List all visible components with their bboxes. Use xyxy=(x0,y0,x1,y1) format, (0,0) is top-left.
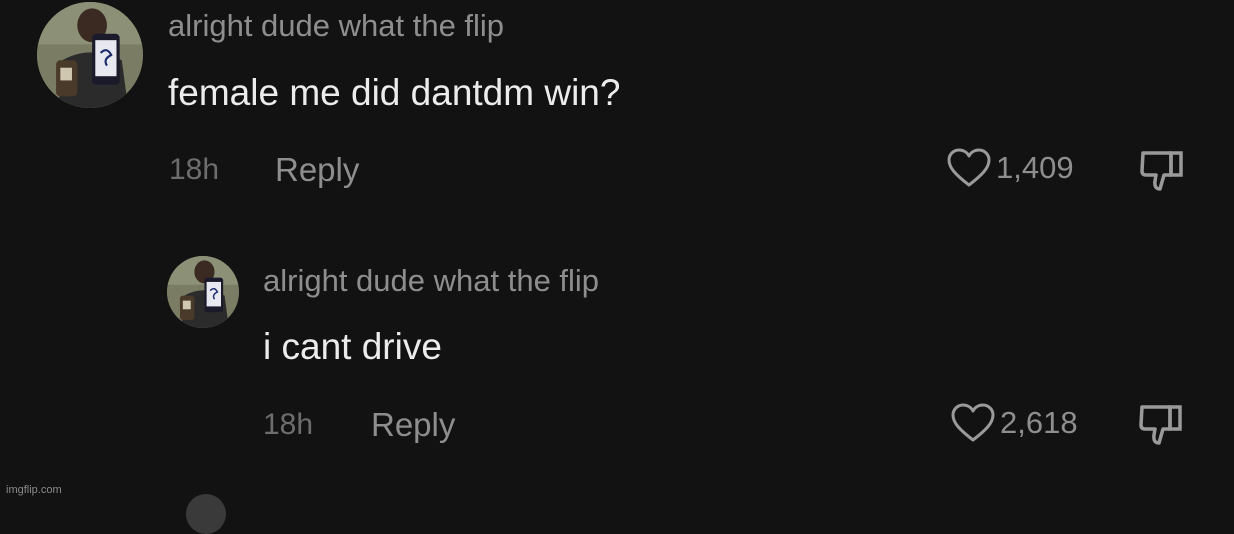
username[interactable]: alright dude what the flip xyxy=(168,8,504,44)
dislike-button[interactable] xyxy=(1137,403,1187,447)
thumbs-down-icon xyxy=(1140,151,1183,191)
profile-photo xyxy=(167,256,239,328)
reply-button[interactable]: Reply xyxy=(275,151,359,189)
dislike-button[interactable] xyxy=(1138,149,1188,193)
avatar[interactable] xyxy=(37,2,143,108)
avatar[interactable] xyxy=(167,256,239,328)
profile-photo xyxy=(37,2,143,108)
reply-button[interactable]: Reply xyxy=(371,406,455,444)
timestamp: 18h xyxy=(263,408,314,441)
heart-icon xyxy=(947,148,991,187)
comment-text: i cant drive xyxy=(263,326,442,367)
comment-text: female me did dantdm win? xyxy=(168,72,621,113)
thumbs-down-icon xyxy=(1139,405,1182,445)
next-comment-avatar xyxy=(186,494,226,534)
like-button[interactable]: 2,618 xyxy=(950,402,1078,444)
like-count: 2,618 xyxy=(1000,405,1078,440)
like-count: 1,409 xyxy=(996,150,1074,185)
heart-icon xyxy=(951,403,995,442)
watermark: imgflip.com xyxy=(6,484,62,496)
like-button[interactable]: 1,409 xyxy=(946,147,1074,189)
timestamp: 18h xyxy=(169,153,220,186)
username[interactable]: alright dude what the flip xyxy=(263,263,599,299)
